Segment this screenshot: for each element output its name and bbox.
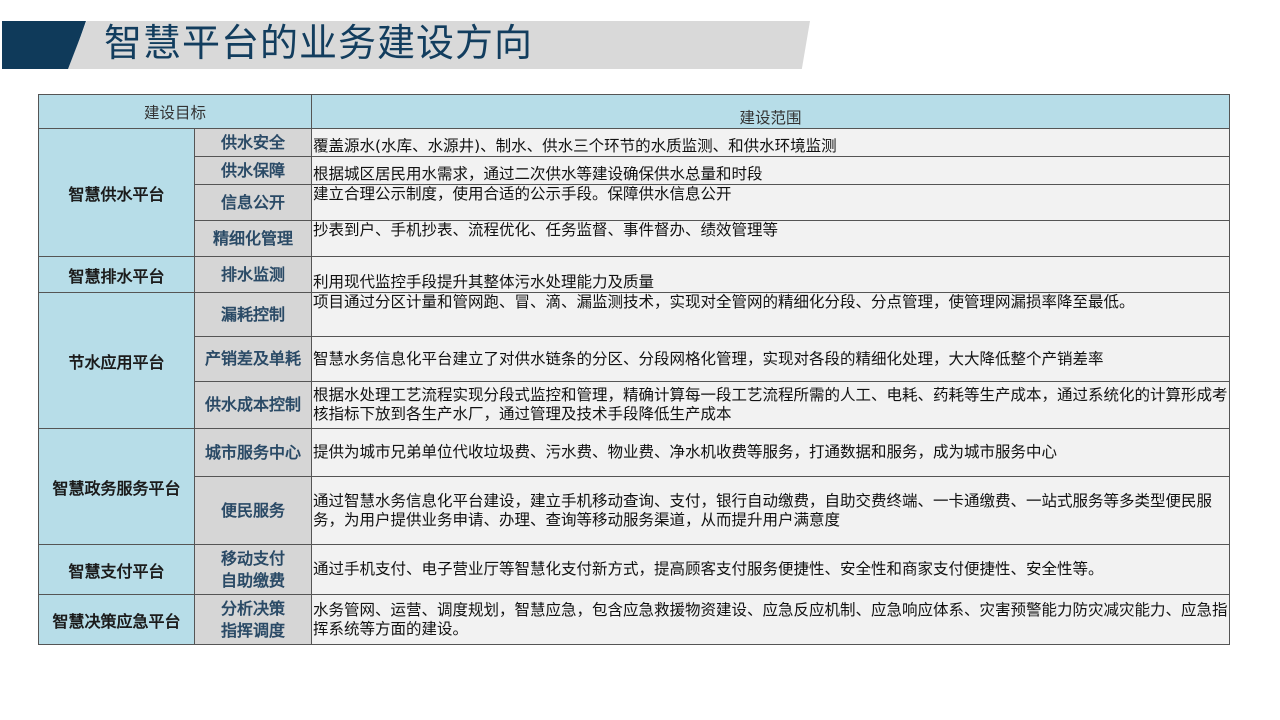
item-line: 分析决策 [221, 598, 286, 618]
table-row: 便民服务 通过智慧水务信息化平台建设，建立手机移动查询、支付，银行自动缴费，自助… [39, 476, 1231, 545]
table-row: 智慧政务服务平台 城市服务中心 提供为城市兄弟单位代收垃圾费、污水费、物业费、净… [38, 428, 1231, 545]
header-goal: 建设目标 [37, 94, 313, 129]
desc-cell: 根据水处理工艺流程实现分段式监控和管理，精确计算每一段工艺流程所需的人工、电耗、… [311, 381, 1231, 429]
desc-cell: 提供为城市兄弟单位代收垃圾费、污水费、物业费、净水机收费等服务，打通数据和服务，… [311, 428, 1231, 477]
platform-cell: 智慧决策应急平台 [38, 594, 195, 645]
desc-cell: 建立合理公示制度，使用合适的公示手段。保障供水信息公开 [311, 184, 1231, 221]
page-title: 智慧平台的业务建设方向 [104, 21, 534, 65]
item-cell: 排水监测 [193, 256, 313, 293]
desc-cell: 通过手机支付、电子营业厅等智慧化支付新方式，提高顾客支付服务便捷性、安全性和商家… [311, 544, 1231, 595]
table-row: 产销差及单耗 智慧水务信息化平台建立了对供水链条的分区、分段网格化管理，实现对各… [39, 336, 1231, 382]
table-row: 节水应用平台 漏耗控制 项目通过分区计量和管网跑、冒、滴、漏监测技术，实现对全管… [38, 292, 1231, 429]
item-cell: 产销差及单耗 [193, 336, 313, 382]
item-cell: 供水安全 [193, 128, 313, 157]
table-row: 供水成本控制 根据水处理工艺流程实现分段式监控和管理，精确计算每一段工艺流程所需… [39, 381, 1231, 429]
item-line: 自助缴费 [221, 570, 286, 590]
item-cell: 信息公开 [193, 184, 313, 221]
platform-cell: 智慧支付平台 [38, 544, 195, 595]
item-cell: 漏耗控制 [193, 292, 313, 337]
table-row: 供水保障 根据城区居民用水需求，通过二次供水等建设确保供水总量和时段 [39, 156, 1231, 185]
slide: 智慧平台的业务建设方向 建设目标 建设范围 智慧供水平台 供水安全 覆盖源水(水… [0, 0, 1280, 720]
table-row: 智慧排水平台 排水监测 利用现代监控手段提升其整体污水处理能力及质量 [38, 256, 1231, 293]
desc-cell: 项目通过分区计量和管网跑、冒、滴、漏监测技术，实现对全管网的精细化分段、分点管理… [311, 292, 1231, 337]
header-scope: 建设范围 [311, 94, 1231, 129]
table: 建设目标 建设范围 智慧供水平台 供水安全 覆盖源水(水库、水源井)、制水、供水… [37, 94, 1231, 645]
desc-cell: 水务管网、运营、调度规划，智慧应急，包含应急救援物资建设、应急反应机制、应急响应… [311, 594, 1231, 645]
platform-cell: 智慧政务服务平台 [38, 428, 195, 545]
table-row: 智慧供水平台 供水安全 覆盖源水(水库、水源井)、制水、供水三个环节的水质监测、… [38, 128, 1231, 257]
item-cell: 城市服务中心 [193, 428, 313, 477]
item-line: 移动支付 [221, 548, 286, 568]
table-row: 智慧决策应急平台 分析决策 指挥调度 水务管网、运营、调度规划，智慧应急，包含应… [38, 594, 1231, 645]
item-line: 指挥调度 [221, 620, 286, 640]
desc-cell: 通过智慧水务信息化平台建设，建立手机移动查询、支付，银行自动缴费，自助交费终端、… [311, 476, 1231, 545]
platform-cell: 智慧供水平台 [38, 128, 195, 257]
desc-cell: 覆盖源水(水库、水源井)、制水、供水三个环节的水质监测、和供水环境监测 [311, 128, 1231, 157]
desc-cell: 利用现代监控手段提升其整体污水处理能力及质量 [311, 256, 1231, 293]
desc-cell: 智慧水务信息化平台建立了对供水链条的分区、分段网格化管理，实现对各段的精细化处理… [311, 336, 1231, 382]
desc-cell: 根据城区居民用水需求，通过二次供水等建设确保供水总量和时段 [311, 156, 1231, 185]
item-cell: 移动支付 自助缴费 [193, 544, 313, 595]
platform-cell: 智慧排水平台 [38, 256, 195, 293]
business-table: 建设目标 建设范围 智慧供水平台 供水安全 覆盖源水(水库、水源井)、制水、供水… [37, 94, 1231, 645]
item-cell: 分析决策 指挥调度 [193, 594, 313, 645]
item-cell: 供水成本控制 [193, 381, 313, 429]
table-row: 精细化管理 抄表到户、手机抄表、流程优化、任务监督、事件督办、绩效管理等 [39, 220, 1231, 257]
item-cell: 供水保障 [193, 156, 313, 185]
desc-cell: 抄表到户、手机抄表、流程优化、任务监督、事件督办、绩效管理等 [311, 220, 1231, 257]
table-row: 智慧支付平台 移动支付 自助缴费 通过手机支付、电子营业厅等智慧化支付新方式，提… [38, 544, 1231, 595]
item-cell: 精细化管理 [193, 220, 313, 257]
item-cell: 便民服务 [193, 476, 313, 545]
table-row: 信息公开 建立合理公示制度，使用合适的公示手段。保障供水信息公开 [39, 184, 1231, 221]
platform-cell: 节水应用平台 [38, 292, 195, 429]
